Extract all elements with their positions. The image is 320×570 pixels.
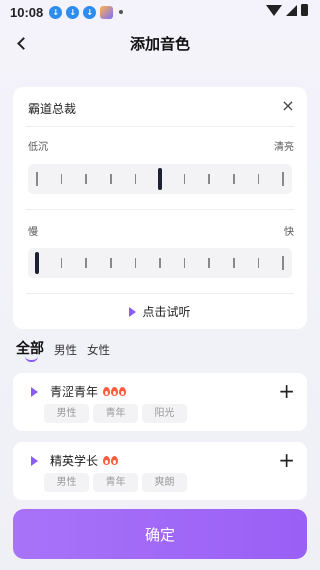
popularity-flames [103,456,119,465]
slider-thumb[interactable] [158,168,162,190]
divider [26,293,294,294]
flame-icon [103,456,111,465]
divider [26,209,294,210]
pitch-high-label: 清亮 [274,142,294,153]
voice-list-item[interactable]: 精英学长 + 男性 青年 爽朗 [13,442,307,500]
popularity-flames [103,387,127,396]
battery-icon [301,4,308,16]
slider-tick [208,258,210,268]
download-icon: ↓ [66,5,80,19]
slider-thumb[interactable] [35,252,39,274]
flame-icon [103,387,111,396]
flame-icon [119,387,127,396]
voice-name-row: 精英学长 [50,452,119,469]
flame-icon [111,387,119,396]
speed-slider[interactable] [28,248,292,278]
voice-tag: 爽朗 [142,473,187,492]
active-tab-indicator [25,356,38,362]
voice-name: 青涩青年 [50,385,99,399]
slider-tick [134,174,137,184]
slider-tick [282,172,284,186]
play-icon[interactable] [31,456,38,466]
slider-tick [257,174,260,184]
voice-tag: 阳光 [142,404,187,423]
plus-icon: + [278,379,295,403]
tab-all[interactable]: 全部 [16,338,44,362]
slider-tick [208,174,210,184]
confirm-label: 确定 [144,525,175,544]
slider-tick [60,258,63,268]
slider-tick [110,174,112,184]
voice-tag: 青年 [93,404,138,423]
pitch-slider[interactable] [28,164,292,194]
slider-tick [183,174,186,184]
tab-male[interactable]: 男性 [54,342,77,358]
page-title: 添加音色 [129,35,190,53]
flame-icon [111,456,119,465]
slider-tick [282,256,284,270]
slider-tick [85,174,87,184]
voice-name-row: 青涩青年 [50,383,127,400]
preview-button[interactable]: 点击试听 [13,303,307,320]
play-icon [129,306,137,317]
wifi-icon [266,4,282,16]
status-bar: 10:08 ↓ ↓ ↓ [0,0,320,24]
slider-tick [60,174,63,184]
slider-tick [233,258,235,268]
voice-list-item[interactable]: 青涩青年 + 男性 青年 阳光 [13,373,307,431]
voice-settings-card: 霸道总裁 × 低沉 清亮 慢 快 点击试听 [13,87,307,329]
slider-tick [257,258,260,268]
pitch-low-label: 低沉 [28,142,48,153]
tab-label: 女性 [87,343,110,357]
add-voice-button[interactable]: + [278,450,295,470]
confirm-button[interactable]: 确定 [13,509,307,559]
voice-tag: 男性 [44,404,89,423]
voice-tag: 男性 [44,473,89,492]
header: 添加音色 [0,28,320,58]
download-icon: ↓ [49,5,63,19]
slider-tick [36,172,38,186]
category-tabs: 全部 男性 女性 [16,338,110,362]
plus-icon: + [278,448,295,472]
preview-label: 点击试听 [142,305,191,319]
tab-female[interactable]: 女性 [87,342,110,358]
slider-tick [85,258,87,268]
divider [26,126,294,127]
status-indicators [266,4,308,16]
tab-label: 男性 [54,343,77,357]
more-notifications-dot-icon [119,10,124,14]
tab-label: 全部 [16,341,44,357]
app-notification-icon [100,5,114,19]
signal-icon [286,4,297,16]
voice-tags: 男性 青年 爽朗 [44,473,187,492]
voice-tag: 青年 [93,473,138,492]
status-time: 10:08 [10,4,44,20]
slider-tick [183,258,186,268]
selected-voice-name: 霸道总裁 [28,102,77,116]
slider-tick [134,258,137,268]
voice-name: 精英学长 [50,454,99,468]
play-icon[interactable] [31,387,38,397]
slider-tick [110,258,112,268]
close-button[interactable]: × [281,96,295,115]
slider-tick [233,174,235,184]
voice-tags: 男性 青年 阳光 [44,404,187,423]
add-voice-button[interactable]: + [278,381,295,401]
speed-fast-label: 快 [284,227,294,238]
speed-slow-label: 慢 [28,227,38,238]
download-icon: ↓ [83,5,97,19]
slider-tick [159,258,161,268]
close-icon: × [281,96,295,115]
